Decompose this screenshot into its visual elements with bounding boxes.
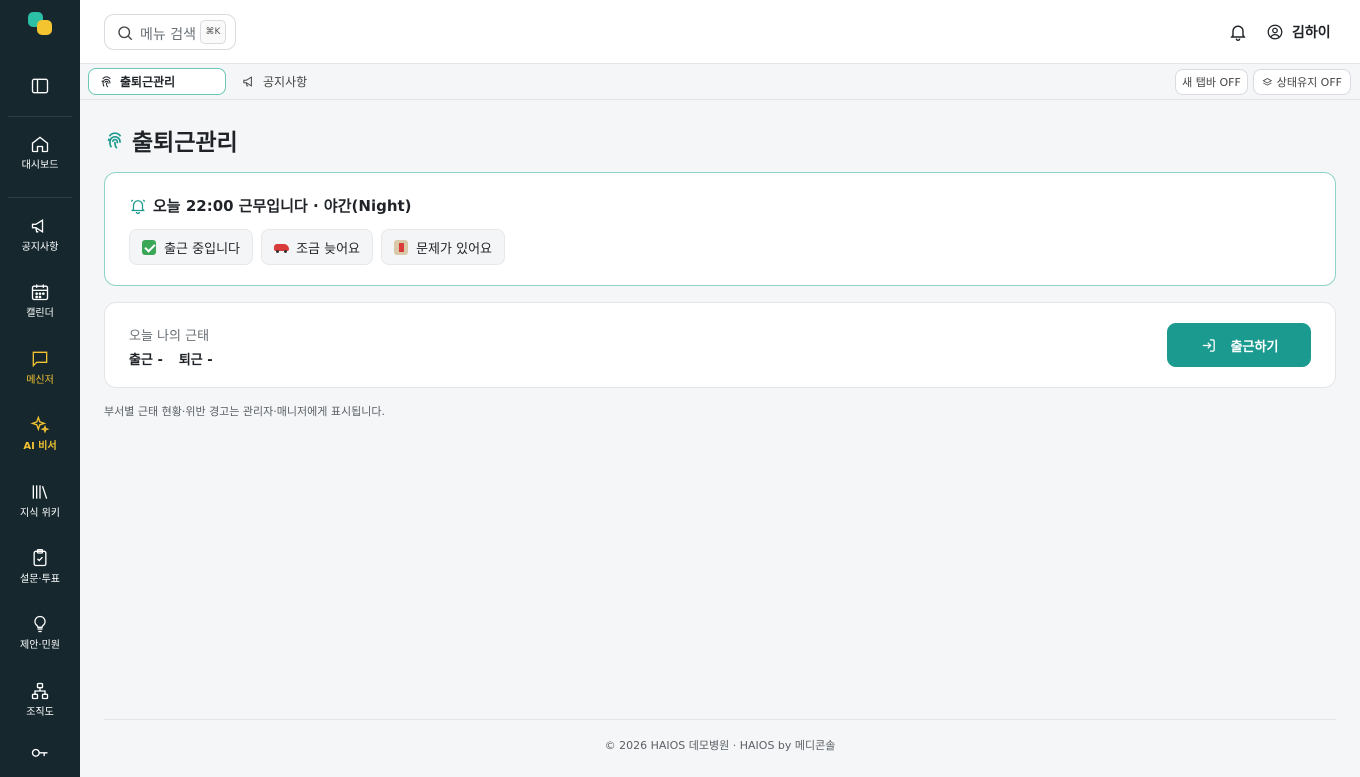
sidebar-item-messenger[interactable]: 메신저 <box>0 349 80 409</box>
page-title-text: 출퇴근관리 <box>132 130 238 156</box>
keep-state-toggle[interactable]: 상태유지 OFF <box>1253 69 1351 95</box>
clipboard-check-icon <box>33 549 47 567</box>
org-chart-icon <box>31 682 49 700</box>
sidebar-item-label: 캘린더 <box>26 308 54 319</box>
tab-notices[interactable]: 공지사항 <box>240 68 307 95</box>
sidebar-item-label: 메신저 <box>26 375 54 386</box>
sidebar-item-label: AI 비서 <box>23 441 57 452</box>
check-in-button-label: 출근하기 <box>1230 339 1279 355</box>
sidebar-item-label: 공지사항 <box>21 242 59 253</box>
attendance-title: 오늘 나의 근태 <box>129 329 210 344</box>
top-header: 메뉴 검색 ⌘K 김하이 <box>80 0 1360 64</box>
library-icon <box>32 485 48 499</box>
layers-icon <box>1262 77 1273 86</box>
megaphone-icon <box>31 218 44 234</box>
menu-search-box[interactable]: 메뉴 검색 ⌘K <box>104 14 236 50</box>
hospital-icon <box>394 239 409 255</box>
tab-label: 출퇴근관리 <box>120 75 176 89</box>
sparkles-icon <box>30 415 50 434</box>
sidebar-item-label: 지식 위키 <box>20 508 60 519</box>
key-user-icon <box>31 748 48 757</box>
check-mark-icon <box>142 239 157 255</box>
sidebar-item-label: 대시보드 <box>21 160 59 171</box>
tab-attendance[interactable]: 출퇴근관리 <box>88 68 226 95</box>
sidebar-item-label: 제안·민원 <box>20 640 60 651</box>
shift-message-row: 오늘 22:00 근무입니다 · 야간(Night) <box>129 195 412 216</box>
status-problem-button[interactable]: 문제가 있어요 <box>381 229 505 265</box>
lightbulb-icon <box>34 615 46 633</box>
car-icon <box>274 240 290 255</box>
sidebar-divider <box>8 116 72 117</box>
fingerprint-icon <box>101 76 111 88</box>
new-tabbar-toggle[interactable]: 새 탭바 OFF <box>1175 69 1248 95</box>
sidebar-item-calendar[interactable]: 캘린더 <box>0 282 80 342</box>
attendance-card: 오늘 나의 근태 출근 - 퇴근 - 출근하기 <box>104 302 1336 388</box>
sidebar-item-notices[interactable]: 공지사항 <box>0 216 80 276</box>
sidebar-item-wiki[interactable]: 지식 위키 <box>0 482 80 542</box>
quick-button-label: 조금 늦어요 <box>296 241 360 257</box>
check-out-time: 퇴근 - <box>178 353 213 368</box>
tab-label: 공지사항 <box>263 75 308 89</box>
sidebar-item-ai-assistant[interactable]: AI 비서 <box>0 415 80 475</box>
fingerprint-icon <box>107 132 122 149</box>
user-menu[interactable]: 김하이 <box>1266 21 1331 43</box>
search-icon <box>118 26 133 41</box>
message-icon <box>32 351 48 368</box>
status-late-button[interactable]: 조금 늦어요 <box>261 229 373 265</box>
page-title: 출퇴근관리 <box>104 124 238 156</box>
sidebar-item-label: 조직도 <box>26 707 54 718</box>
new-tabbar-toggle-label: 새 탭바 OFF <box>1182 76 1241 89</box>
sidebar-item-label: 설문·투표 <box>20 574 60 585</box>
search-shortcut-badge: ⌘K <box>200 20 226 44</box>
tab-bar: 출퇴근관리 공지사항 새 탭바 OFF 상태유지 OFF <box>80 64 1360 100</box>
shift-card: 오늘 22:00 근무입니다 · 야간(Night) 출근 중입니다 조금 늦어… <box>104 172 1336 286</box>
attendance-values: 출근 - 퇴근 - <box>129 349 213 368</box>
sidebar-toggle-icon[interactable] <box>30 76 50 96</box>
app-logo[interactable] <box>28 12 54 38</box>
check-in-time: 출근 - <box>129 353 163 368</box>
megaphone-icon <box>243 76 252 87</box>
search-input[interactable]: 메뉴 검색 <box>140 24 196 44</box>
sidebar-item-org-chart[interactable]: 조직도 <box>0 681 80 741</box>
check-in-button[interactable]: 출근하기 <box>1167 323 1311 367</box>
login-icon <box>1202 338 1215 352</box>
sidebar-item-dashboard[interactable]: 대시보드 <box>0 134 80 194</box>
status-working-button[interactable]: 출근 중입니다 <box>129 229 253 265</box>
quick-button-label: 출근 중입니다 <box>164 241 240 257</box>
manager-note: 부서별 근태 현황·위반 경고는 관리자·매니저에게 표시됩니다. <box>104 405 385 418</box>
sidebar-item-suggestions[interactable]: 제안·민원 <box>0 614 80 674</box>
user-circle-icon <box>1267 24 1283 40</box>
sidebar-item-survey[interactable]: 설문·투표 <box>0 548 80 608</box>
footer-copyright: © 2026 HAIOS 데모병원 · HAIOS by 메디콘솔 <box>604 739 836 752</box>
user-name: 김하이 <box>1292 25 1331 41</box>
home-icon <box>31 136 49 153</box>
quick-button-label: 문제가 있어요 <box>416 241 492 257</box>
calendar-icon <box>31 284 49 301</box>
keep-state-toggle-label: 상태유지 OFF <box>1276 76 1342 89</box>
sidebar-item-more[interactable] <box>0 747 80 777</box>
sidebar: 대시보드 공지사항 캘린더 메신저 AI 비서 지식 위키 설문·투표 제안·민… <box>0 0 80 777</box>
sidebar-divider <box>8 197 72 198</box>
notification-bell-icon[interactable] <box>1228 22 1248 42</box>
shift-message: 오늘 22:00 근무입니다 · 야간(Night) <box>153 197 412 215</box>
alarm-bell-icon <box>130 199 146 214</box>
footer-divider <box>104 719 1336 720</box>
